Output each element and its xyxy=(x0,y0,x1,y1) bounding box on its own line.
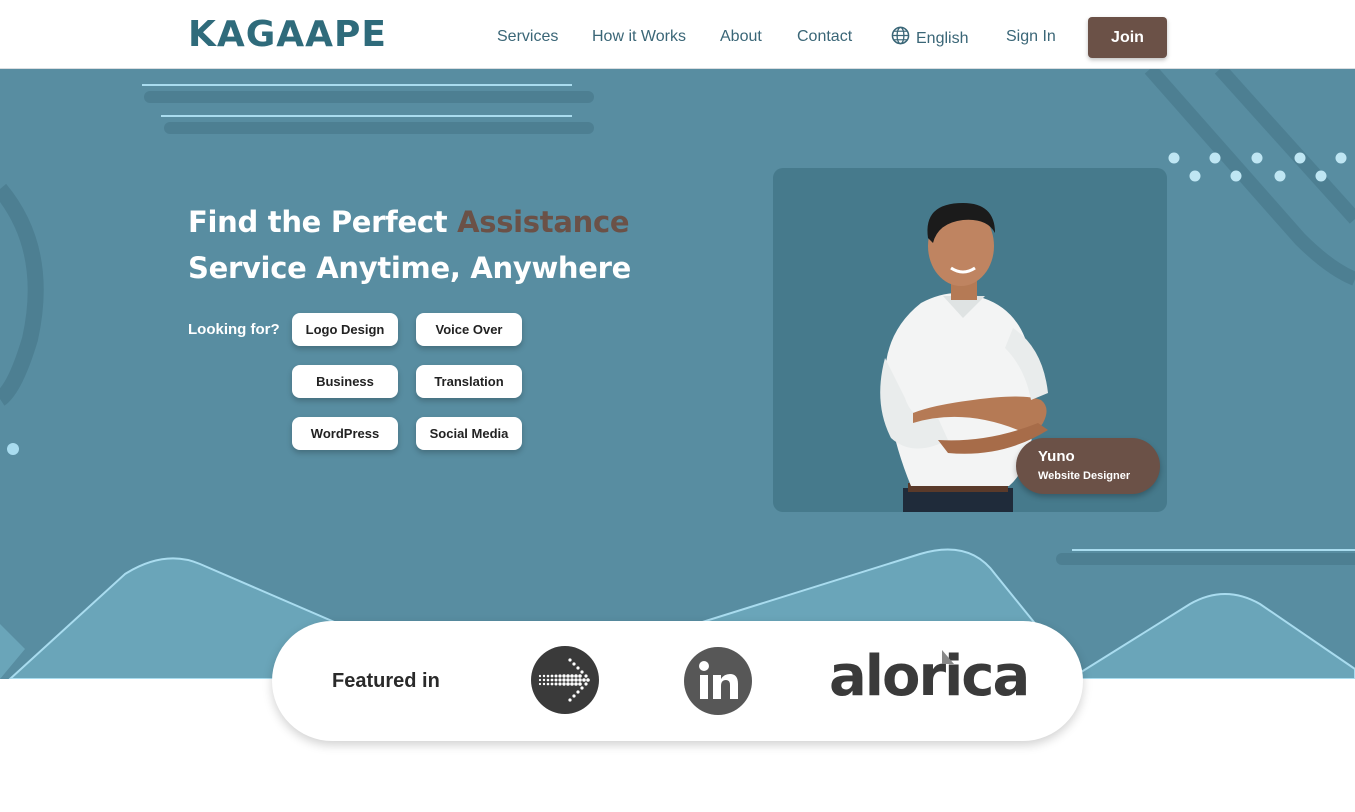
alorica-logo: alorica xyxy=(829,643,1030,711)
headline-accent: Assistance xyxy=(457,205,630,239)
nav-services[interactable]: Services xyxy=(497,27,558,47)
category-chip-voice-over[interactable]: Voice Over xyxy=(416,313,522,346)
category-chip-logo-design[interactable]: Logo Design xyxy=(292,313,398,346)
category-chip-translation[interactable]: Translation xyxy=(416,365,522,398)
hero-section: Find the Perfect Assistance Service Anyt… xyxy=(0,69,1355,679)
globe-icon xyxy=(891,26,910,51)
join-button[interactable]: Join xyxy=(1088,17,1167,58)
looking-for-label: Looking for? xyxy=(188,321,280,338)
featured-in-bar: Featured in alorica xyxy=(272,621,1083,741)
language-label: English xyxy=(916,29,969,47)
category-chip-business[interactable]: Business xyxy=(292,365,398,398)
nav-about[interactable]: About xyxy=(720,27,762,47)
alorica-mark-icon xyxy=(942,650,954,664)
headline-part-2: Service Anytime, Anywhere xyxy=(188,251,632,285)
headline-part-1: Find the Perfect xyxy=(188,205,458,239)
top-nav-bar: KAGAAPE Services How it Works About Cont… xyxy=(0,0,1355,69)
alorica-wordmark: alorica xyxy=(829,644,1030,709)
arrow-dots-logo xyxy=(530,645,600,720)
profile-role: Website Designer xyxy=(1038,470,1131,482)
language-selector[interactable]: English xyxy=(891,26,968,51)
nav-how-it-works[interactable]: How it Works xyxy=(592,27,686,47)
brand-logo[interactable]: KAGAAPE xyxy=(188,12,387,58)
sign-in-link[interactable]: Sign In xyxy=(1006,27,1056,47)
profile-name-badge: Yuno Website Designer xyxy=(1016,438,1160,494)
featured-in-label: Featured in xyxy=(332,670,440,692)
linkedin-logo xyxy=(683,646,753,721)
category-chip-wordpress[interactable]: WordPress xyxy=(292,417,398,450)
nav-contact[interactable]: Contact xyxy=(797,27,852,47)
profile-name: Yuno xyxy=(1038,448,1075,465)
hero-headline: Find the Perfect Assistance Service Anyt… xyxy=(188,199,708,291)
category-chip-social-media[interactable]: Social Media xyxy=(416,417,522,450)
